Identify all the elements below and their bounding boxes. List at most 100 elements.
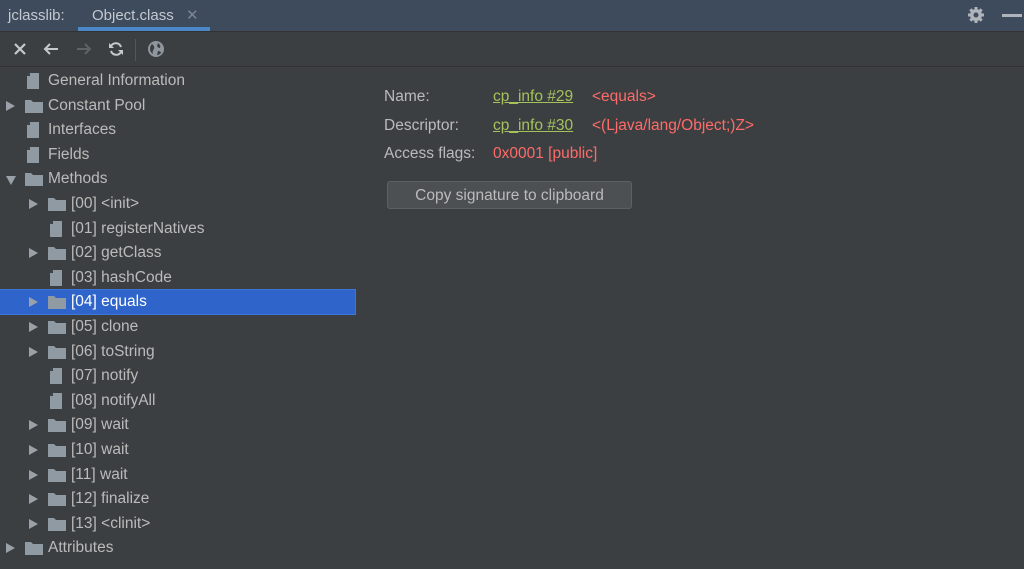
back-button[interactable] (41, 39, 61, 59)
folder-icon (24, 98, 44, 119)
name-cp-link[interactable]: cp_info #29 (493, 88, 573, 106)
tree-item-label: [11] wait (71, 465, 128, 483)
tree-item[interactable]: [10] wait (0, 438, 355, 462)
tree-item[interactable]: Constant Pool (0, 94, 355, 118)
tree-item[interactable]: General Information (0, 69, 355, 93)
forward-button[interactable] (74, 39, 94, 59)
folder-icon (47, 491, 67, 512)
close-button[interactable] (10, 39, 30, 59)
tree-item-label: Attributes (48, 539, 114, 557)
minimize-icon[interactable] (1002, 14, 1022, 17)
tree-item[interactable]: [03] hashCode (0, 266, 355, 290)
tree-item[interactable]: [08] notifyAll (0, 389, 355, 413)
folder-icon (24, 540, 44, 561)
tree-item[interactable]: [05] clone (0, 315, 355, 339)
globe-icon (148, 41, 164, 57)
chevron-right-icon[interactable] (29, 322, 38, 332)
tree-item[interactable]: [13] <clinit> (0, 512, 355, 536)
tree-item[interactable]: [07] notify (0, 364, 355, 388)
tree-item-label: Interfaces (48, 121, 117, 139)
folder-icon (47, 196, 67, 217)
tree-item-label: [13] <clinit> (71, 514, 151, 532)
tree-item[interactable]: Attributes (0, 536, 355, 560)
file-icon (49, 392, 63, 415)
file-icon (26, 121, 40, 144)
folder-icon (47, 467, 67, 488)
tree-item-label: [09] wait (71, 416, 129, 434)
reload-button[interactable] (106, 39, 126, 59)
tab-object-class[interactable]: Object.class ✕ (78, 0, 210, 31)
folder-icon (47, 294, 67, 315)
folder-icon (47, 516, 67, 537)
tree-item-label: [00] <init> (71, 195, 140, 212)
name-label: Name: (384, 88, 430, 105)
tree-item[interactable]: Methods (0, 167, 355, 191)
tree-item-label: [04] equals (71, 293, 147, 311)
active-tab-indicator (78, 27, 210, 31)
name-value: <equals> (592, 88, 656, 105)
descriptor-label: Descriptor: (384, 117, 459, 134)
folder-icon (47, 319, 67, 340)
tree-item[interactable]: [00] <init> (0, 192, 355, 216)
file-icon (26, 72, 40, 95)
folder-icon (47, 442, 67, 463)
tree-item-label: [06] toString (71, 342, 155, 360)
arrow-left-icon (43, 43, 58, 55)
file-icon (49, 367, 63, 390)
copy-signature-button[interactable]: Copy signature to clipboard (387, 181, 632, 209)
tree-item[interactable]: Fields (0, 143, 355, 167)
title-bar: jclasslib: Object.class ✕ (0, 0, 1024, 32)
close-icon[interactable]: ✕ (186, 6, 199, 24)
tree-item-label: [02] getClass (71, 244, 162, 262)
file-icon (49, 220, 63, 243)
arrow-right-icon (77, 43, 92, 55)
tree-item-label: [07] notify (71, 367, 139, 385)
tree-item-label: [05] clone (71, 318, 139, 335)
access-flags-label: Access flags: (384, 145, 476, 162)
access-flags-value: 0x0001 [public] (493, 145, 598, 162)
chevron-right-icon[interactable] (29, 518, 38, 529)
folder-icon (47, 344, 67, 365)
tree-item[interactable]: [02] getClass (0, 241, 355, 265)
tree-item[interactable]: [09] wait (0, 413, 355, 437)
tree-item[interactable]: [01] registerNatives (0, 217, 355, 241)
tree-item-label: [08] notifyAll (71, 391, 156, 409)
chevron-right-icon[interactable] (29, 346, 38, 357)
class-structure-tree: General Information Constant Pool Interfac… (0, 67, 360, 569)
gear-icon[interactable] (966, 5, 986, 25)
folder-icon (47, 245, 67, 266)
close-icon (14, 43, 26, 55)
tree-item[interactable]: Interfaces (0, 118, 355, 142)
chevron-right-icon[interactable] (6, 100, 15, 111)
chevron-right-icon[interactable] (29, 445, 38, 455)
tree-item[interactable]: [04] equals (0, 289, 356, 316)
tree-item-label: [01] registerNatives (71, 219, 205, 237)
tree-item-label: [12] finalize (71, 490, 150, 508)
tree-item-label: [03] hashCode (71, 268, 172, 286)
tree-item-label: Fields (48, 145, 90, 163)
chevron-right-icon[interactable] (29, 420, 38, 431)
file-icon (49, 269, 63, 292)
chevron-down-icon[interactable] (6, 176, 16, 186)
chevron-right-icon[interactable] (29, 469, 38, 480)
refresh-icon (109, 42, 123, 56)
chevron-right-icon[interactable] (29, 248, 38, 259)
folder-icon (47, 417, 67, 438)
tree-item[interactable]: [11] wait (0, 463, 355, 487)
tree-item-label: Methods (48, 170, 108, 188)
tab-label: Object.class (92, 7, 174, 24)
folder-icon (24, 171, 44, 192)
tree-item-label: [10] wait (71, 441, 129, 458)
chevron-right-icon[interactable] (6, 543, 15, 554)
browse-button[interactable] (146, 39, 166, 59)
tree-item[interactable]: [06] toString (0, 340, 355, 364)
descriptor-cp-link[interactable]: cp_info #30 (493, 117, 573, 135)
tree-item[interactable]: [12] finalize (0, 487, 355, 511)
chevron-right-icon[interactable] (29, 494, 38, 505)
chevron-right-icon[interactable] (29, 199, 38, 209)
tree-item-label: Constant Pool (48, 96, 146, 114)
tree-item-label: General Information (48, 72, 185, 89)
toolbar-separator (135, 39, 136, 61)
chevron-right-icon[interactable] (29, 297, 38, 308)
file-icon (26, 146, 40, 169)
